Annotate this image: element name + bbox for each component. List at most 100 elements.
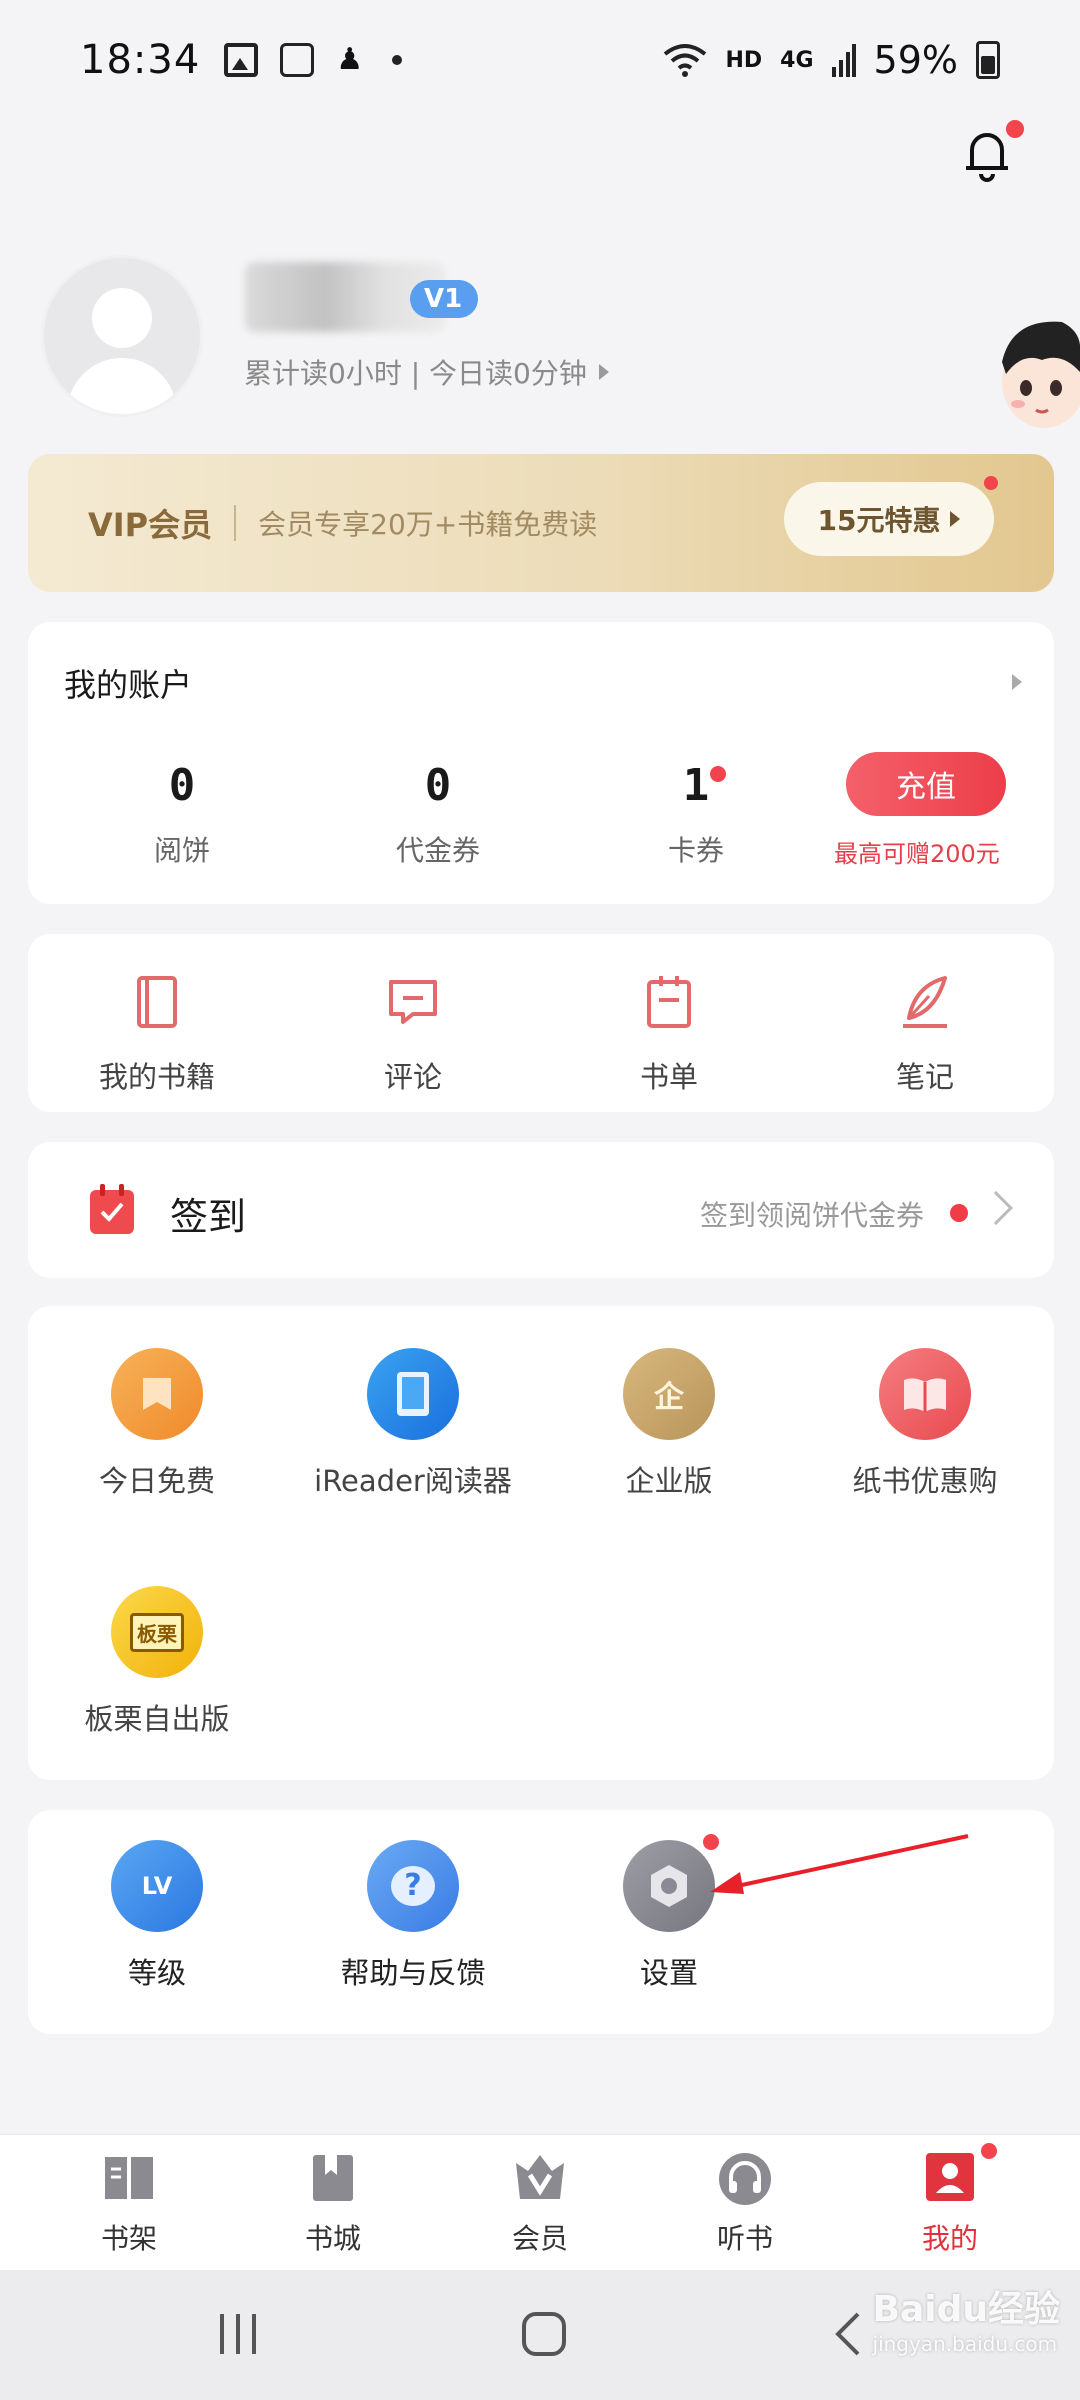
watermark-brand: Baidu经验 <box>872 2289 1060 2330</box>
recharge-bonus-note: 最高可赠200元 <box>834 840 1000 868</box>
status-time: 18:34 <box>80 37 201 83</box>
stat-coupon[interactable]: 1 卡券 <box>596 760 796 869</box>
feature-label: 今日免费 <box>98 1464 215 1498</box>
reading-stats-text: 累计读0小时 | 今日读0分钟 <box>244 357 587 390</box>
shortcut-label: 我的书籍 <box>98 1060 215 1094</box>
app-notification-icon <box>280 43 315 77</box>
vip-offer-badge <box>984 476 998 490</box>
shortcut-booklist[interactable]: 书单 <box>559 972 779 1096</box>
shortcut-my-books[interactable]: 我的书籍 <box>47 972 267 1096</box>
features-card: 今日免费 iReader阅读器 企 企业版 纸书优惠购 板栗 板栗自出版 <box>28 1306 1054 1780</box>
stat-label: 代金券 <box>395 834 480 867</box>
battery-icon <box>976 41 1000 79</box>
back-button[interactable] <box>828 2304 868 2364</box>
feature-paper-books[interactable]: 纸书优惠购 <box>815 1348 1035 1500</box>
enterprise-glyph: 企 <box>654 1380 684 1415</box>
vip-title: VIP会员 <box>88 506 213 544</box>
checkin-row[interactable]: 签到 签到领阅饼代金券 <box>28 1142 1054 1278</box>
notification-bell-button[interactable] <box>952 120 1024 190</box>
book-icon <box>137 976 177 1028</box>
vip-description: 会员专享20万+书籍免费读 <box>258 508 598 541</box>
watermark-url: jingyan.baidu.com <box>872 2332 1058 2356</box>
bookstore-icon <box>313 2155 353 2201</box>
stat-label: 阅饼 <box>153 834 210 867</box>
system-indicators: HD 4G 59% <box>663 38 1000 82</box>
shortcut-notes[interactable]: 笔记 <box>815 972 1035 1096</box>
tool-label: 设置 <box>639 1956 698 1990</box>
account-title[interactable]: 我的账户 <box>64 660 192 706</box>
feature-label: 板栗自出版 <box>84 1702 230 1736</box>
tab-bookstore[interactable]: 书城 <box>258 2149 408 2257</box>
bottom-tab-bar: 书架 书城 会员 听书 我的 <box>0 2134 1080 2270</box>
tool-level[interactable]: LV 等级 <box>47 1840 267 1992</box>
feature-self-publish[interactable]: 板栗 板栗自出版 <box>47 1586 267 1738</box>
vip-banner[interactable]: VIP会员 会员专享20万+书籍免费读 15元特惠 <box>28 454 1054 592</box>
tab-label: 书架 <box>100 2222 157 2255</box>
stat-label: 卡券 <box>667 834 724 867</box>
checkin-title: 签到 <box>170 1195 247 1239</box>
home-button[interactable] <box>514 2304 574 2364</box>
bell-badge <box>1006 120 1024 138</box>
stat-value: 0 <box>168 760 196 811</box>
feature-today-free[interactable]: 今日免费 <box>47 1348 267 1500</box>
vip-offer-button[interactable]: 15元特惠 <box>784 476 998 556</box>
reading-stats[interactable]: 累计读0小时 | 今日读0分钟 <box>244 352 609 392</box>
bookmark-icon <box>111 1348 203 1440</box>
settings-gear-icon <box>623 1834 719 1932</box>
annotation-arrow <box>710 1834 969 1894</box>
signal-indicator: 4G <box>780 47 814 73</box>
tab-vip[interactable]: 会员 <box>465 2149 615 2257</box>
tab-me[interactable]: 我的 <box>875 2143 1025 2257</box>
account-card: 我的账户 0 阅饼 0 代金券 1 卡券 充值 最高可赠200元 <box>28 622 1054 904</box>
wifi-icon <box>664 44 707 77</box>
avatar[interactable] <box>44 258 200 414</box>
coupon-badge <box>710 766 726 782</box>
publish-glyph: 板栗 <box>130 1612 184 1652</box>
image-notification-icon <box>224 43 259 77</box>
vip-offer-label: 15元特惠 <box>817 504 941 537</box>
headphones-icon <box>719 2153 771 2205</box>
vip-crown-icon <box>516 2155 564 2199</box>
caret-right-icon <box>598 364 609 380</box>
tool-label: 帮助与反馈 <box>340 1956 486 1990</box>
tablet-icon <box>367 1348 459 1440</box>
battery-percent: 59% <box>873 38 958 82</box>
level-icon: LV <box>111 1840 203 1932</box>
stat-yuebing[interactable]: 0 阅饼 <box>82 760 282 869</box>
tab-me-badge <box>981 2143 997 2159</box>
shortcut-label: 笔记 <box>895 1060 954 1094</box>
account-more-icon[interactable] <box>1012 674 1022 690</box>
booklist-icon <box>647 976 691 1028</box>
publish-icon: 板栗 <box>111 1586 203 1678</box>
signal-bars-icon <box>831 44 856 77</box>
feature-label: 纸书优惠购 <box>852 1464 998 1498</box>
stat-value: 1 <box>682 760 710 811</box>
tab-bookshelf[interactable]: 书架 <box>54 2149 204 2257</box>
caret-right-icon <box>950 511 961 527</box>
mascot-character[interactable] <box>982 312 1080 432</box>
tool-help-feedback[interactable]: ? 帮助与反馈 <box>303 1840 523 1992</box>
tab-label: 书城 <box>304 2222 361 2255</box>
more-notifications-dot <box>392 55 403 65</box>
status-bar: 18:34 ♟ HD 4G 59% <box>0 0 1080 120</box>
feature-enterprise[interactable]: 企 企业版 <box>559 1348 779 1500</box>
feature-ireader[interactable]: iReader阅读器 <box>303 1348 523 1500</box>
checkin-badge <box>950 1204 968 1222</box>
feature-label: 企业版 <box>625 1464 713 1498</box>
enterprise-icon: 企 <box>623 1348 715 1440</box>
level-badge[interactable]: V1 <box>410 280 479 318</box>
quill-icon <box>903 976 947 1028</box>
tab-label: 会员 <box>511 2222 568 2255</box>
figure-notification-icon: ♟ <box>336 42 364 77</box>
stat-voucher[interactable]: 0 代金券 <box>338 760 538 869</box>
comment-icon <box>389 980 437 1024</box>
chevron-right-icon <box>979 1191 1013 1225</box>
profile-icon <box>926 2153 974 2201</box>
stat-value: 0 <box>424 760 452 811</box>
level-glyph: LV <box>141 1872 173 1900</box>
recent-apps-button[interactable] <box>214 2304 264 2364</box>
recharge-button[interactable]: 充值 <box>846 752 1006 816</box>
tab-audiobooks[interactable]: 听书 <box>670 2149 820 2257</box>
shortcut-comments[interactable]: 评论 <box>303 972 523 1096</box>
tab-label: 我的 <box>921 2222 978 2255</box>
